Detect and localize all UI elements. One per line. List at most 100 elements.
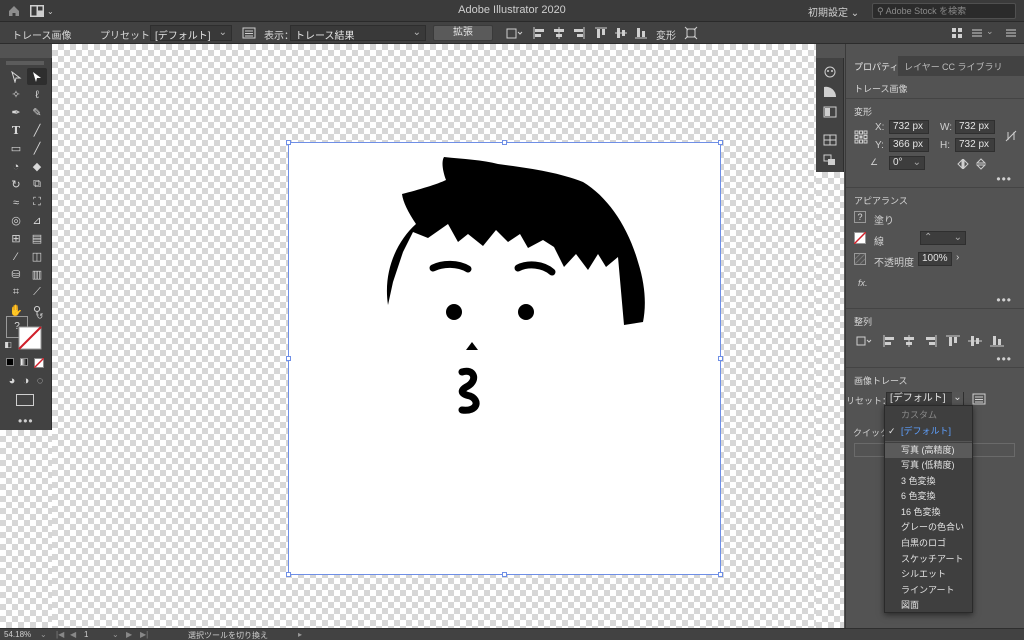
paintbrush-tool[interactable]: ╱ (27, 140, 47, 157)
tab-layers[interactable]: レイヤー (904, 60, 940, 73)
chevron-down-icon[interactable]: ⌄ (40, 630, 47, 639)
align-top-icon[interactable] (946, 335, 960, 347)
menu-item-3-colors[interactable]: 3 色変換 (885, 474, 972, 489)
align-horizontal-center-icon[interactable] (902, 335, 916, 347)
blend-tool[interactable]: ◫ (27, 248, 47, 265)
align-vertical-center-icon[interactable] (968, 335, 982, 347)
grip-icon[interactable] (2, 60, 48, 66)
selection-bounding-box[interactable] (288, 142, 721, 575)
artboard-tool[interactable]: ⌗ (6, 284, 26, 301)
trace-panel-icon[interactable] (242, 26, 256, 40)
scale-tool[interactable]: ⧉ (27, 176, 47, 193)
angle-field[interactable]: 0° ⌄ (889, 156, 925, 170)
selection-tool[interactable] (27, 68, 47, 85)
transform-more-options[interactable]: ••• (996, 172, 1012, 186)
menu-item-technical-drawing[interactable]: 図面 (885, 598, 972, 613)
color-mode-icon[interactable] (6, 358, 14, 366)
stroke-weight-field[interactable]: ⌃ ⌄ (920, 231, 966, 245)
arrange-documents-button[interactable]: ⌄ (30, 3, 58, 19)
stock-search-input[interactable]: ⚲ Adobe Stock を検索 (872, 3, 1016, 19)
screen-mode-icon[interactable] (16, 394, 34, 406)
menu-item-photo-low[interactable]: 写真 (低精度) (885, 458, 972, 473)
align-right-icon[interactable] (924, 335, 938, 347)
eyedropper-tool[interactable]: ⁄ (6, 248, 26, 265)
eraser-tool[interactable]: ◆ (27, 158, 47, 175)
pen-tool[interactable]: ✒ (6, 104, 26, 121)
stroke-swatch-small[interactable] (854, 232, 866, 244)
home-icon[interactable] (6, 3, 22, 19)
gradient-panel-icon[interactable] (823, 106, 837, 118)
shape-builder-tool[interactable]: ◎ (6, 212, 26, 229)
resize-handle-bottom[interactable] (502, 572, 507, 577)
align-top-icon[interactable] (594, 26, 608, 40)
zoom-level[interactable]: 54.18% (4, 630, 31, 639)
menu-item-6-colors[interactable]: 6 色変換 (885, 489, 972, 504)
direct-selection-tool[interactable] (6, 68, 26, 85)
preset-select[interactable]: [デフォルト] ⌄ (150, 25, 232, 42)
panel-menu-icon[interactable] (970, 26, 984, 40)
expand-button[interactable]: 拡張 (433, 25, 493, 41)
resize-handle-right[interactable] (718, 356, 723, 361)
mesh-tool[interactable]: ⊞ (6, 230, 26, 247)
align-bottom-icon[interactable] (634, 26, 648, 40)
symbols-panel-icon[interactable] (823, 154, 837, 166)
color-guide-icon[interactable] (823, 86, 837, 98)
gradient-mode-icon[interactable] (20, 358, 28, 366)
rectangle-tool[interactable]: ▭ (6, 140, 26, 157)
workspace-switcher[interactable]: 初期設定 ⌄ (808, 4, 859, 19)
symbol-sprayer-tool[interactable]: ⛁ (6, 266, 26, 283)
reference-point-icon[interactable] (854, 130, 868, 144)
last-artboard-icon[interactable]: ▶| (140, 630, 148, 639)
menu-item-black-white-logo[interactable]: 白黒のロゴ (885, 536, 972, 551)
resize-handle-top[interactable] (502, 140, 507, 145)
draw-inside-icon[interactable]: ◌ (30, 372, 50, 389)
width-tool[interactable]: ≈ (6, 194, 26, 211)
resize-handle-left[interactable] (286, 356, 291, 361)
type-tool[interactable]: T (6, 122, 26, 139)
next-artboard-icon[interactable]: ▶ (126, 630, 132, 639)
align-vertical-center-icon[interactable] (614, 26, 628, 40)
resize-handle-top-right[interactable] (718, 140, 723, 145)
free-transform-tool[interactable]: ⛶ (27, 194, 47, 211)
image-trace-panel-icon[interactable] (972, 393, 986, 405)
previous-artboard-icon[interactable]: ◀ (70, 630, 76, 639)
swatches-panel-icon[interactable] (823, 134, 837, 146)
menu-item-default[interactable]: ✓ [デフォルト] (885, 424, 972, 439)
opacity-field[interactable]: 100% (918, 252, 952, 266)
status-menu-icon[interactable]: ▸ (298, 630, 302, 639)
y-field[interactable]: 366 px (889, 138, 929, 152)
magic-wand-tool[interactable]: ✧ (6, 86, 26, 103)
none-mode-icon[interactable] (34, 358, 44, 368)
artboard-number[interactable]: 1 (84, 630, 88, 639)
align-left-icon[interactable] (882, 335, 896, 347)
resize-handle-bottom-left[interactable] (286, 572, 291, 577)
h-field[interactable]: 732 px (955, 138, 995, 152)
curvature-tool[interactable]: ✎ (27, 104, 47, 121)
first-artboard-icon[interactable]: |◀ (56, 630, 64, 639)
shaper-tool[interactable]: ◔ (6, 158, 26, 175)
line-segment-tool[interactable]: ╱ (27, 122, 47, 139)
fill-swatch-small[interactable]: ? (854, 211, 866, 223)
flip-vertical-icon[interactable] (974, 158, 988, 170)
fx-button[interactable]: fx. (858, 278, 868, 288)
trace-preset-select[interactable]: [デフォルト] ⌄ (886, 392, 964, 406)
align-horizontal-center-icon[interactable] (552, 26, 566, 40)
arrange-icon[interactable] (950, 26, 964, 40)
lasso-tool[interactable]: ℓ (27, 86, 47, 103)
canvas[interactable] (52, 44, 816, 628)
chevron-down-icon[interactable]: ⌄ (986, 26, 994, 37)
rotate-tool[interactable]: ↻ (6, 176, 26, 193)
constrain-proportions-icon[interactable] (1004, 130, 1018, 142)
default-colors-icon[interactable]: ◧ (2, 338, 14, 350)
isolate-icon[interactable] (684, 26, 698, 40)
stroke-swatch[interactable] (18, 326, 42, 350)
x-field[interactable]: 732 px (889, 120, 929, 134)
slice-tool[interactable]: ⟋ (27, 284, 47, 301)
gradient-tool[interactable]: ▤ (27, 230, 47, 247)
resize-handle-top-left[interactable] (286, 140, 291, 145)
view-select[interactable]: トレース結果 ⌄ (290, 25, 426, 42)
align-more-options[interactable]: ••• (996, 352, 1012, 366)
align-left-icon[interactable] (532, 26, 546, 40)
column-graph-tool[interactable]: ▥ (27, 266, 47, 283)
menu-item-silhouettes[interactable]: シルエット (885, 567, 972, 582)
